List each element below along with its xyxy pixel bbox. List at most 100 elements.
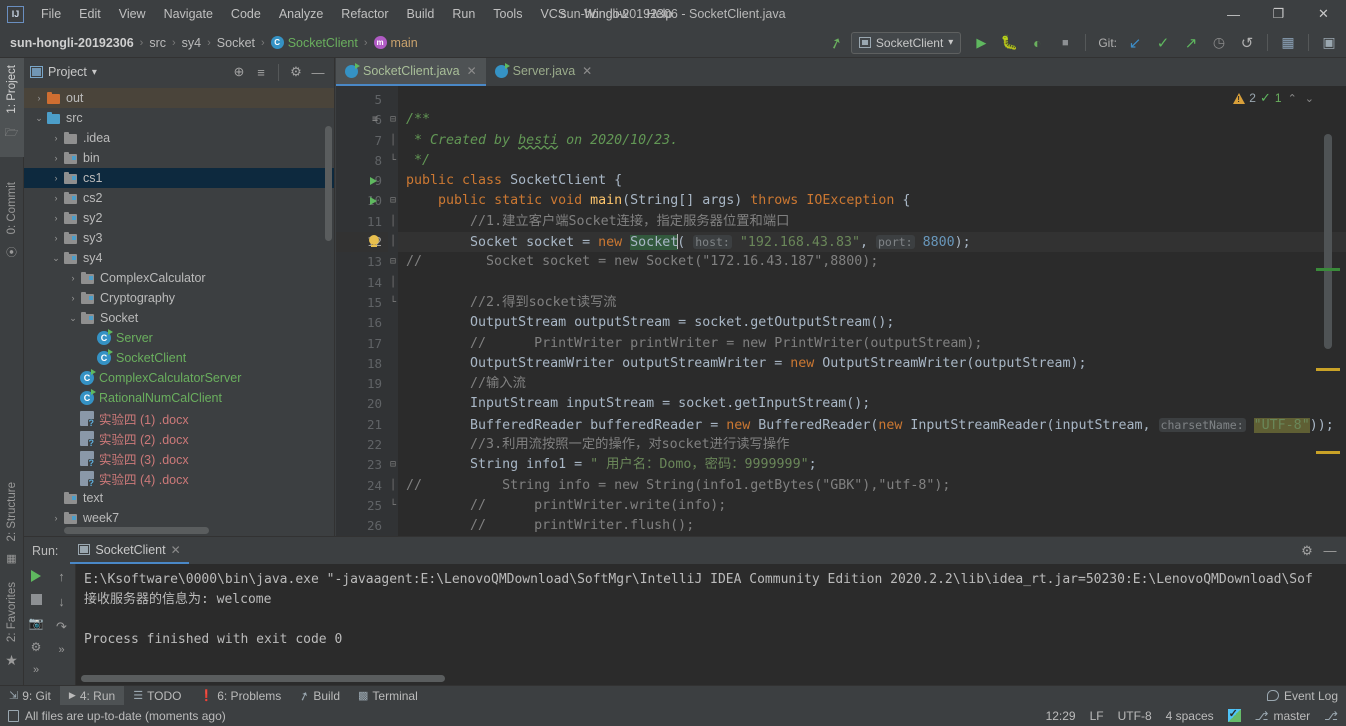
bottom-tab-todo[interactable]: ☰ TODO	[124, 686, 190, 706]
line-number-gutter[interactable]: 5 6≡ 7 8 9 10 11 12 13 14 15 16 17 18 19…	[336, 86, 388, 536]
menu-code[interactable]: Code	[222, 3, 270, 25]
tree-item-cryptography[interactable]: › Cryptography	[24, 288, 334, 308]
hide-panel-icon[interactable]: —	[308, 62, 328, 82]
collapse-all-icon[interactable]: ≡	[251, 62, 271, 82]
close-icon[interactable]: ✕	[467, 64, 477, 78]
menu-file[interactable]: File	[32, 3, 70, 25]
run-method-icon[interactable]	[370, 197, 377, 206]
breadcrumb-method[interactable]: m main	[373, 36, 418, 50]
console-horizontal-scrollbar[interactable]	[81, 675, 445, 682]
gear-icon[interactable]: ⚙	[1297, 541, 1317, 561]
scroll-up-icon[interactable]: ↑	[58, 570, 65, 583]
tree-item-1-docx[interactable]: 实验四 (1) .docx	[24, 408, 334, 428]
chevron-right-icon[interactable]: ›	[32, 93, 46, 103]
gear-icon[interactable]: ⚙	[286, 62, 306, 82]
soft-wrap-icon[interactable]: ↷	[56, 620, 67, 633]
run-class-icon[interactable]	[370, 177, 377, 186]
run-window-icon[interactable]: ▣	[1316, 31, 1342, 55]
chevron-right-icon[interactable]: ›	[49, 153, 63, 163]
more-actions-icon[interactable]: »	[58, 645, 64, 656]
console-output[interactable]: E:\Ksoftware\0000\bin\java.exe "-javaage…	[76, 564, 1346, 685]
next-problem-icon[interactable]: ⌄	[1303, 92, 1316, 105]
error-stripe-ok[interactable]	[1316, 268, 1340, 271]
tree-item-idea[interactable]: › .idea	[24, 128, 334, 148]
stop-icon[interactable]	[30, 594, 42, 605]
git-branch-widget[interactable]: ⎇ master	[1255, 709, 1311, 723]
fold-marker-javadoc[interactable]: ⊟	[388, 110, 398, 130]
tool-window-project[interactable]: 1: Project 🗁	[0, 58, 24, 157]
code-text[interactable]: /** * Created by besti on 2020/10/23. */…	[398, 86, 1346, 536]
tree-item-socketclient[interactable]: C SocketClient	[24, 348, 334, 368]
editor-tab-socketclient[interactable]: SocketClient.java ✕	[336, 58, 486, 86]
event-log-area[interactable]: Event Log	[1266, 689, 1346, 703]
more-actions-icon[interactable]: »	[33, 665, 39, 676]
chevron-down-icon[interactable]: ⌄	[66, 313, 80, 324]
menu-edit[interactable]: Edit	[70, 3, 110, 25]
tree-item-3-docx[interactable]: 实验四 (3) .docx	[24, 448, 334, 468]
menu-analyze[interactable]: Analyze	[270, 3, 332, 25]
folding-gutter[interactable]: ⊟ │ └ ⊟ │ │ ⊟ │ └ ⊟ │ └	[388, 86, 398, 536]
run-icon[interactable]: ▶	[968, 31, 994, 55]
project-structure-icon[interactable]: ▦	[1275, 31, 1301, 55]
bottom-tab-terminal[interactable]: ▩ Terminal	[349, 686, 427, 706]
git-history-icon[interactable]: ◷	[1206, 31, 1232, 55]
tree-item-out[interactable]: › out	[24, 88, 334, 108]
chevron-right-icon[interactable]: ›	[49, 233, 63, 243]
fold-marker-comment2[interactable]: ⊟	[388, 455, 398, 475]
breadcrumb-class[interactable]: C SocketClient	[270, 36, 358, 50]
menu-refactor[interactable]: Refactor	[332, 3, 397, 25]
bottom-tab-build[interactable]: ➚ Build	[290, 686, 349, 706]
caret-position[interactable]: 12:29	[1046, 709, 1076, 723]
chevron-right-icon[interactable]: ›	[49, 213, 63, 223]
bottom-tab-run[interactable]: ▶ 4: Run	[59, 685, 125, 706]
error-stripe-warning-1[interactable]	[1316, 368, 1340, 371]
breadcrumb-project[interactable]: sun-hongli-20192306	[10, 36, 134, 50]
run-with-coverage-icon[interactable]: ◐	[1024, 31, 1050, 55]
git-push-icon[interactable]: ↗	[1178, 31, 1204, 55]
tree-item-complexcalculator[interactable]: › ComplexCalculator	[24, 268, 334, 288]
close-icon[interactable]: ✕	[582, 64, 592, 78]
chevron-down-icon[interactable]: ⌄	[49, 253, 63, 264]
bottom-tab-git[interactable]: ⇲ 9: Git	[0, 686, 60, 706]
editor-tab-server[interactable]: Server.java ✕	[486, 58, 602, 86]
thread-dump-icon[interactable]: ⚙	[31, 641, 42, 653]
close-icon[interactable]: ✕	[171, 543, 181, 557]
breadcrumb-src[interactable]: src	[149, 36, 166, 50]
menu-tools[interactable]: Tools	[484, 3, 531, 25]
menu-vcs[interactable]: VCS	[531, 3, 575, 25]
close-button[interactable]: ✕	[1301, 0, 1346, 28]
minimize-button[interactable]: —	[1211, 0, 1256, 28]
tree-item-src[interactable]: ⌄ src	[24, 108, 334, 128]
file-encoding[interactable]: UTF-8	[1118, 709, 1152, 723]
tool-window-structure[interactable]: 2: Structure ▦	[6, 475, 18, 574]
prev-problem-icon[interactable]: ⌃	[1286, 92, 1299, 105]
tool-window-favorites[interactable]: 2: Favorites ★	[5, 575, 18, 679]
maximize-button[interactable]: ❐	[1256, 0, 1301, 28]
tree-item-sy2[interactable]: › sy2	[24, 208, 334, 228]
rerun-icon[interactable]	[31, 570, 41, 582]
tree-item-complexcalculatorserver[interactable]: C ComplexCalculatorServer	[24, 368, 334, 388]
chevron-right-icon[interactable]: ›	[49, 133, 63, 143]
tree-item-server[interactable]: C Server	[24, 328, 334, 348]
git-rollback-icon[interactable]: ↺	[1234, 31, 1260, 55]
chevron-right-icon[interactable]: ›	[49, 193, 63, 203]
hide-panel-icon[interactable]: —	[1320, 541, 1340, 561]
camera-icon[interactable]: 📷	[29, 617, 44, 629]
lock-icon[interactable]: ⎇	[1324, 709, 1338, 723]
fold-marker-comment[interactable]: ⊟	[388, 252, 398, 272]
git-update-icon[interactable]: ↙	[1122, 31, 1148, 55]
chevron-down-icon[interactable]: ⌄	[32, 113, 46, 124]
tree-item-week7[interactable]: › week7	[24, 508, 334, 528]
tree-item-bin[interactable]: › bin	[24, 148, 334, 168]
tree-item-socket[interactable]: ⌄ Socket	[24, 308, 334, 328]
tool-window-commit[interactable]: 0: Commit ⦿	[6, 175, 18, 270]
project-tree-horizontal-scrollbar[interactable]	[64, 527, 209, 534]
scroll-down-icon[interactable]: ↓	[58, 595, 65, 608]
tree-item-sy4[interactable]: ⌄ sy4	[24, 248, 334, 268]
breadcrumb-socket[interactable]: Socket	[217, 36, 255, 50]
stop-icon[interactable]: ■	[1052, 31, 1078, 55]
run-configuration-selector[interactable]: SocketClient ▾	[850, 31, 962, 54]
chevron-right-icon[interactable]: ›	[66, 293, 80, 303]
git-commit-icon[interactable]: ✓	[1150, 31, 1176, 55]
vcs-check-icon[interactable]	[1227, 707, 1241, 722]
